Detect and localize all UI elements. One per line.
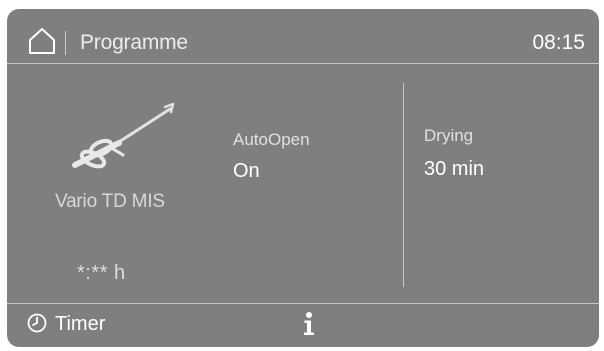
drying-option[interactable]: Drying 30 min xyxy=(424,126,534,188)
clock-icon xyxy=(27,313,47,333)
remaining-time: *:** h xyxy=(77,262,126,284)
home-button[interactable] xyxy=(27,27,57,55)
autoopen-label: AutoOpen xyxy=(233,130,310,149)
drying-label: Drying xyxy=(424,126,474,145)
options-divider xyxy=(403,83,404,287)
header-bar: Programme 08:15 xyxy=(7,9,599,63)
page-title: Programme xyxy=(80,31,188,54)
timer-label: Timer xyxy=(55,313,106,335)
header-separator-line xyxy=(7,63,599,64)
info-button[interactable] xyxy=(299,311,319,337)
surgical-instrument-icon xyxy=(72,103,175,169)
header-divider xyxy=(65,31,66,55)
footer-separator-line xyxy=(7,303,599,304)
autoopen-value: On xyxy=(233,160,260,182)
drying-value: 30 min xyxy=(424,158,485,180)
clock-time: 08:15 xyxy=(532,31,585,54)
home-icon xyxy=(29,28,55,54)
info-icon xyxy=(304,312,314,335)
program-name: Vario TD MIS xyxy=(55,191,165,212)
control-panel-display: Programme 08:15 Vario TD MIS *:** h Auto… xyxy=(7,9,599,347)
autoopen-option[interactable]: AutoOpen On xyxy=(233,130,343,192)
